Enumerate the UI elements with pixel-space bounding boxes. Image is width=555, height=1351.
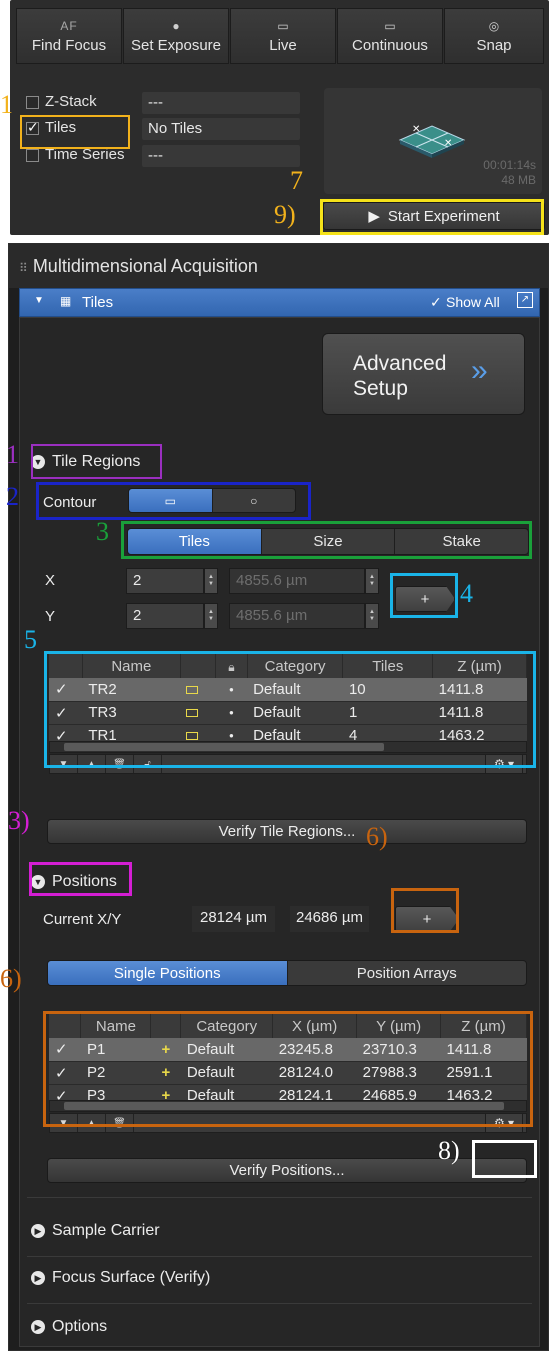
current-xy-label: Current X/Y [43,911,122,928]
x-tile-size-stepper[interactable]: 4855.6 µm ▲ ▼ [229,568,379,594]
z-stack-checkbox[interactable] [26,96,39,109]
show-all-label[interactable]: Show All [446,294,500,310]
current-x-value: 28124 µm [192,906,276,932]
collapsed-disc-icon: ▶ [31,1271,45,1285]
tile-stage-icon: ✕ ✕ [398,124,466,158]
annotation-number-1-top: 1 [0,90,13,119]
focus-surface-section-header[interactable]: ▶ Focus Surface (Verify) [31,1269,210,1287]
af-icon: AF [60,18,78,33]
stepper-arrows-icon[interactable]: ▲ ▼ [365,568,379,594]
annotation-box-contour [36,482,311,520]
annotation-number-5: 5 [24,625,37,654]
annotation-number-4: 4 [460,579,473,608]
multidimensional-acquisition-panel: ⠿ Multidimensional Acquisition ▼ ▦ Tiles… [8,243,549,1351]
live-camera-icon: ▭ [277,18,289,33]
annotation-number-3b: 3) [8,806,30,835]
tiles-grid-icon: ▦ [60,294,72,308]
svg-text:✕: ✕ [444,138,452,149]
y-tile-size-stepper[interactable]: 4855.6 µm ▲ ▼ [229,603,379,629]
panel-header: ⠿ Multidimensional Acquisition [9,244,548,288]
y-tile-count-value[interactable]: 2 [126,603,204,629]
annotation-box-tile-mode [121,521,532,559]
annotation-number-2: 2 [6,482,19,511]
collapse-arrow-icon: ▼ [34,295,44,306]
time-series-value: --- [142,145,300,167]
options-title: Options [52,1318,108,1335]
snap-camera-icon: ◎ [488,18,500,33]
annotation-box-gear [472,1140,537,1178]
z-stack-label: Z-Stack [45,93,97,110]
current-y-value: 24686 µm [290,906,370,932]
focus-surface-title: Focus Surface (Verify) [52,1269,211,1286]
annotation-box-add-tile [390,573,458,618]
experiment-preview: ✕ ✕ 00:01:14s 48 MB [324,88,542,194]
preview-size: 48 MB [501,173,536,187]
verify-tile-regions-button[interactable]: Verify Tile Regions... [47,819,527,844]
annotation-box-start [320,199,544,235]
double-chevron-icon: » [471,354,488,387]
sample-carrier-section-header[interactable]: ▶ Sample Carrier [31,1222,160,1240]
section-divider [27,1197,532,1198]
find-focus-label: Find Focus [31,36,107,54]
section-divider [27,1303,532,1304]
set-exposure-button[interactable]: ● Set Exposure [123,8,229,64]
y-label: Y [45,608,56,625]
snap-label: Snap [476,36,512,54]
continuous-button[interactable]: ▭ Continuous [337,8,443,64]
collapsed-disc-icon: ▶ [31,1224,45,1238]
y-tile-count-stepper[interactable]: 2 ▲ ▼ [126,603,218,629]
tiles-section-title: Tiles [82,294,114,311]
panel-title: Multidimensional Acquisition [32,256,258,276]
tiles-section-header[interactable]: ▼ ▦ Tiles ✓ Show All ↗ [19,288,540,317]
options-section-header[interactable]: ▶ Options [31,1318,107,1336]
popout-icon[interactable]: ↗ [517,292,533,308]
snap-button[interactable]: ◎ Snap [444,8,544,64]
annotation-box-add-position [391,888,459,933]
grip-icon: ⠿ [19,261,28,275]
continuous-label: Continuous [352,36,428,54]
exposure-icon: ● [172,18,180,33]
advanced-setup-line2: Setup [353,377,408,400]
continuous-camera-icon: ▭ [384,18,396,33]
z-stack-value: --- [142,92,300,114]
y-tile-size-value: 4855.6 µm [229,603,365,629]
annotation-box-positions [29,862,132,896]
set-exposure-label: Set Exposure [130,36,222,54]
position-type-tabs: Single Positions Position Arrays [47,960,527,986]
live-label: Live [269,36,297,54]
x-tile-count-value[interactable]: 2 [126,568,204,594]
live-button[interactable]: ▭ Live [230,8,336,64]
svg-text:✕: ✕ [412,124,420,135]
annotation-box-tile-table [44,651,536,768]
annotation-number-6: 6) [366,822,388,851]
stepper-arrows-icon[interactable]: ▲ ▼ [365,603,379,629]
x-tile-size-value: 4855.6 µm [229,568,365,594]
stepper-arrows-icon[interactable]: ▲ ▼ [204,603,218,629]
annotation-box-tiles [20,115,130,149]
tiles-value: No Tiles [142,118,300,140]
time-series-checkbox[interactable] [26,149,39,162]
find-focus-button[interactable]: AF Find Focus [16,8,122,64]
annotation-number-1: 1 [6,440,19,469]
x-label: X [45,572,56,589]
annotation-number-8: 8) [438,1136,460,1165]
collapsed-disc-icon: ▶ [31,1320,45,1334]
stepper-arrows-icon[interactable]: ▲ ▼ [204,568,218,594]
checkmark-icon: ✓ [430,294,442,310]
advanced-setup-line1: Advanced [353,352,447,375]
annotation-box-tile-regions [31,444,162,479]
preview-duration: 00:01:14s [483,158,536,172]
annotation-box-positions-table [43,1011,533,1127]
annotation-number-7: 7 [290,166,303,195]
section-divider [27,1256,532,1257]
annotation-number-3: 3 [96,517,109,546]
annotation-number-9: 9) [274,200,296,229]
annotation-number-6b: 6) [0,964,22,993]
tab-position-arrays[interactable]: Position Arrays [288,961,527,985]
sample-carrier-title: Sample Carrier [52,1222,160,1239]
tab-single-positions[interactable]: Single Positions [48,961,288,985]
x-tile-count-stepper[interactable]: 2 ▲ ▼ [126,568,218,594]
advanced-setup-button[interactable]: Advanced Setup » [322,333,525,415]
